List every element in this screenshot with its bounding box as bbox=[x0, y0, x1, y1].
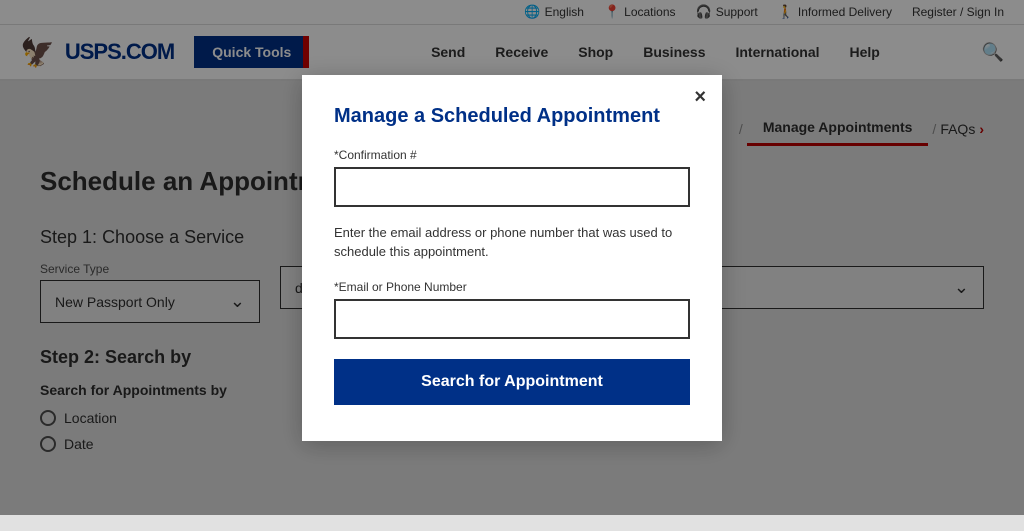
modal-overlay: × Manage a Scheduled Appointment *Confir… bbox=[0, 0, 1024, 515]
modal-title: Manage a Scheduled Appointment bbox=[334, 105, 690, 128]
confirmation-label: *Confirmation # bbox=[334, 148, 690, 162]
search-for-appointment-button[interactable]: Search for Appointment bbox=[334, 359, 690, 405]
email-phone-input[interactable] bbox=[334, 299, 690, 339]
modal-description: Enter the email address or phone number … bbox=[334, 223, 690, 262]
modal-close-button[interactable]: × bbox=[694, 87, 706, 107]
email-phone-label: *Email or Phone Number bbox=[334, 280, 690, 294]
modal-dialog: × Manage a Scheduled Appointment *Confir… bbox=[302, 75, 722, 441]
confirmation-input[interactable] bbox=[334, 167, 690, 207]
